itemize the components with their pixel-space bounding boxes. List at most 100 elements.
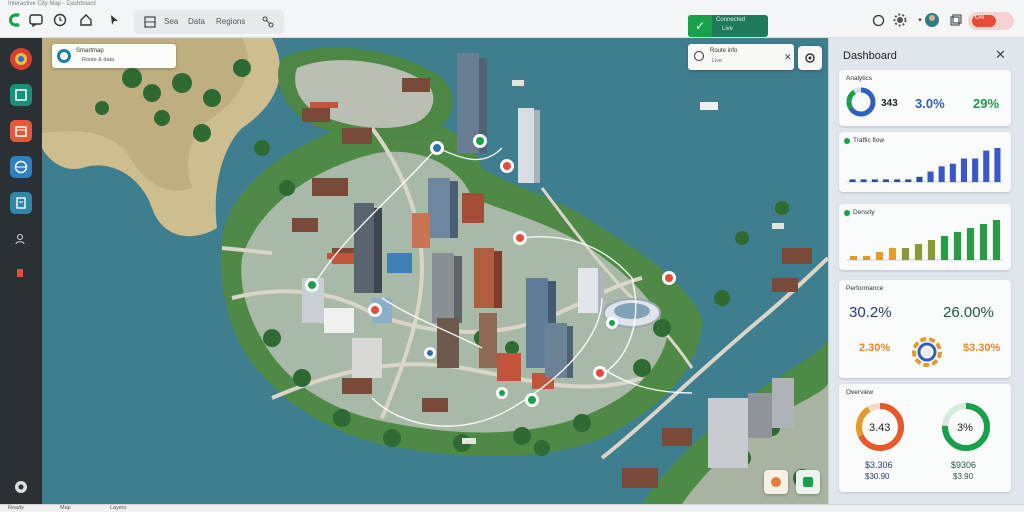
live-toggle[interactable]: ON: [968, 12, 1014, 30]
status-ready: Ready: [8, 505, 24, 511]
layer-orange-icon: [771, 477, 781, 487]
toggle-label: ON: [975, 15, 984, 21]
chart-bar: [882, 179, 889, 182]
document-icon[interactable]: [10, 192, 32, 214]
connection-status[interactable]: ✓ Connected Live: [688, 15, 768, 37]
chart-bar: [960, 158, 967, 182]
settings-icon[interactable]: [892, 12, 908, 28]
browser-icon[interactable]: [10, 48, 32, 70]
chart-bar: [894, 179, 901, 182]
analytics-value-mid: 3.0%: [915, 96, 945, 111]
chart-bar: [871, 179, 878, 182]
recenter-icon: [805, 53, 815, 63]
layers-icon[interactable]: [10, 84, 32, 106]
green-layer-button[interactable]: [796, 470, 820, 494]
avatar[interactable]: [924, 12, 940, 28]
overview-ring-right-value: 3%: [957, 422, 973, 434]
user-circle-icon[interactable]: [870, 12, 886, 28]
connection-sub: Live: [722, 26, 734, 32]
chart-bar: [888, 248, 897, 260]
analytics-ring: [846, 87, 876, 117]
chart-bar: [862, 256, 871, 260]
performance-value-left: 30.2%: [849, 304, 892, 321]
orange-layer-button[interactable]: [764, 470, 788, 494]
layer-green-icon: [803, 477, 813, 487]
settings-gear-icon[interactable]: [10, 476, 32, 498]
status-bar: Ready Map Layers: [0, 504, 1024, 512]
route-info-card[interactable]: Route info Live ✕: [688, 44, 794, 70]
chart-bar: [916, 176, 923, 182]
chart-bar: [849, 179, 856, 182]
share-icon[interactable]: [260, 14, 276, 30]
chart-bar: [849, 256, 858, 260]
overview-left-sub: $30.90: [865, 472, 890, 481]
copy-icon[interactable]: [948, 12, 964, 28]
analytics-header: Analytics: [846, 75, 873, 82]
performance-value-left2: 2.30%: [859, 342, 891, 354]
traffic-flow-card[interactable]: Traffic flow: [839, 132, 1011, 192]
recenter-button[interactable]: [798, 46, 822, 70]
chart-bar: [901, 248, 910, 260]
chart-bar: [860, 179, 867, 182]
chart-bar: [949, 163, 956, 182]
info-icon: [694, 51, 704, 61]
legend-subtitle: Route & data: [82, 57, 115, 63]
chart-bar: [940, 236, 949, 260]
dashboard-panel: Dashboard ✕ Analytics 343 3.0% 29% Traff…: [828, 38, 1024, 504]
clock-icon[interactable]: [52, 12, 68, 28]
cursor-icon[interactable]: [106, 12, 122, 28]
chart-bar: [875, 252, 884, 260]
overview-header: Overview: [846, 389, 874, 396]
chart-bar: [914, 244, 923, 260]
app-logo-icon: [9, 13, 20, 27]
overview-left-value: $3.306: [865, 460, 893, 470]
route-info-title: Route info: [710, 48, 738, 54]
app-window: Interactive City Map - Dashboard Sea Dat…: [0, 0, 1024, 512]
performance-gear-icon: [912, 337, 942, 367]
traffic-flow-chart: [847, 148, 1003, 183]
tab-data[interactable]: Data: [188, 17, 205, 26]
density-card[interactable]: Density: [839, 204, 1011, 270]
status-map: Map: [60, 505, 71, 511]
map-canvas: [42, 38, 828, 504]
analytics-value-left: 343: [881, 98, 898, 109]
chart-bar: [972, 158, 979, 182]
check-icon: ✓: [688, 15, 712, 37]
overview-card[interactable]: Overview 3.43 3% $3.306 $30.90 $9306 $3.…: [839, 384, 1011, 492]
map-legend-card[interactable]: Smartmap Route & data: [52, 44, 176, 68]
chart-bar: [953, 232, 962, 260]
performance-value-right2: $3.30%: [963, 342, 1001, 354]
chart-bar: [938, 166, 945, 182]
performance-card[interactable]: Performance 30.2% 26.00% 2.30% $3.30%: [839, 280, 1011, 378]
top-toolbar: Interactive City Map - Dashboard Sea Dat…: [0, 0, 1024, 38]
alert-icon[interactable]: [10, 262, 32, 284]
grid-icon[interactable]: [142, 14, 158, 30]
left-sidebar: [0, 38, 42, 504]
close-icon[interactable]: ✕: [784, 52, 792, 63]
close-panel-icon[interactable]: ✕: [995, 47, 1006, 63]
header-dot-icon: [844, 138, 850, 144]
user-add-icon[interactable]: [10, 228, 32, 250]
toolbar-tabs: Sea Data Regions: [134, 10, 284, 34]
home-icon[interactable]: [78, 12, 94, 28]
calendar-icon[interactable]: [10, 120, 32, 142]
analytics-card[interactable]: Analytics 343 3.0% 29%: [839, 70, 1011, 126]
city-map[interactable]: Smartmap Route & data Route info Live ✕: [42, 38, 828, 504]
tab-regions[interactable]: Regions: [216, 17, 245, 26]
chart-bar: [992, 220, 1001, 260]
connection-label: Connected: [716, 17, 746, 23]
tab-sea[interactable]: Sea: [164, 17, 178, 26]
density-chart: [847, 220, 1003, 261]
chat-icon[interactable]: [28, 12, 44, 28]
chart-bar: [979, 224, 988, 260]
overview-ring-left-value: 3.43: [869, 422, 891, 434]
overview-right-sub: $3.90: [953, 472, 974, 481]
legend-title: Smartmap: [76, 48, 104, 54]
location-icon: [57, 49, 71, 63]
globe-icon[interactable]: [10, 156, 32, 178]
chart-bar: [905, 179, 912, 182]
performance-header: Performance: [846, 285, 884, 292]
chart-bar: [994, 148, 1001, 182]
route-info-subtitle: Live: [712, 58, 723, 64]
chart-bar: [927, 240, 936, 260]
